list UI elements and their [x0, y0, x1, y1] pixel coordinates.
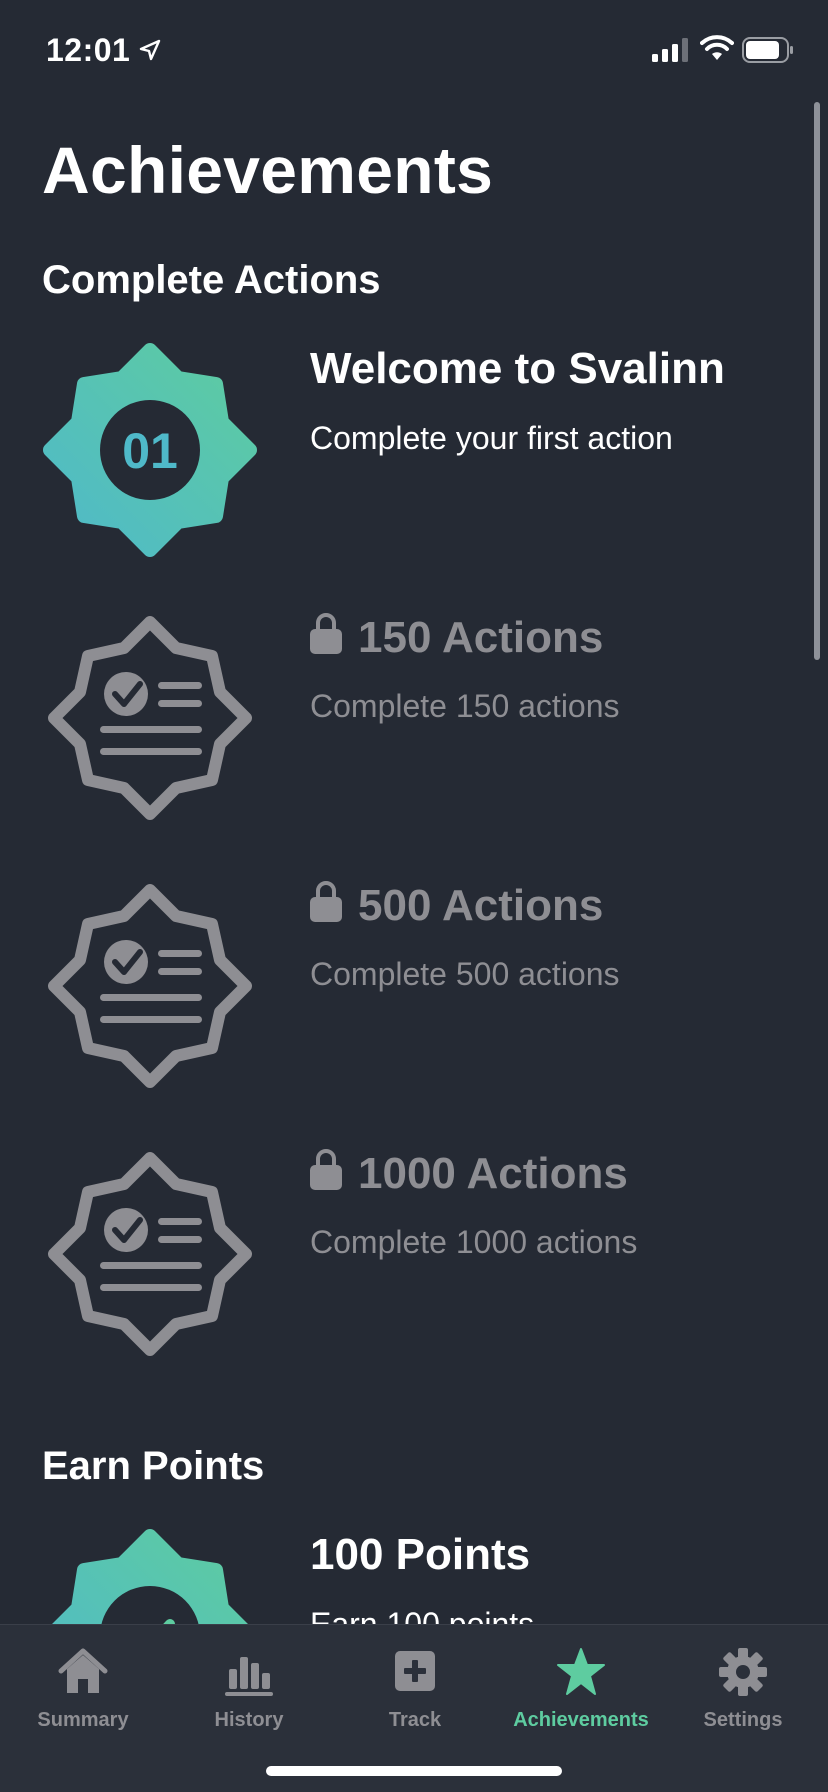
lock-icon	[310, 1148, 342, 1190]
achievement-welcome[interactable]: 01 Welcome to Svalinn Complete your firs…	[0, 342, 828, 572]
tab-achievements[interactable]: Achievements	[498, 1647, 664, 1732]
achievement-1000-actions[interactable]: 1000 Actions Complete 1000 actions	[0, 1146, 828, 1376]
lock-icon	[310, 612, 342, 654]
achievement-badge-unlocked: 01	[42, 342, 258, 558]
section-title-complete-actions: Complete Actions	[42, 258, 381, 302]
tab-label: Summary	[37, 1709, 129, 1731]
section-title-earn-points: Earn Points	[42, 1444, 265, 1488]
tab-label: Track	[388, 1709, 442, 1731]
tab-track[interactable]: Track	[332, 1647, 498, 1732]
achievement-title: 100 Points	[310, 1530, 531, 1579]
tab-label: History	[214, 1709, 284, 1731]
locked-badge-icon	[42, 610, 258, 826]
achievement-title: 1000 Actions	[358, 1149, 628, 1198]
bar-chart-icon	[225, 1657, 273, 1696]
achievement-title: Welcome to Svalinn	[310, 344, 725, 393]
achievement-500-actions[interactable]: 500 Actions Complete 500 actions	[0, 878, 828, 1108]
achievement-description: Complete your first action	[310, 420, 673, 456]
battery-icon	[742, 37, 793, 63]
achievement-description: Complete 500 actions	[310, 956, 620, 992]
tab-label: Settings	[703, 1709, 783, 1731]
achievement-description: Complete 150 actions	[310, 688, 620, 724]
location-arrow-icon	[139, 39, 161, 61]
tab-history[interactable]: History	[166, 1647, 332, 1732]
lock-icon	[310, 880, 342, 922]
tab-summary[interactable]: Summary	[0, 1647, 166, 1732]
achievement-title: 150 Actions	[358, 613, 604, 662]
badge-number: 01	[122, 423, 178, 479]
locked-badge-icon	[42, 1146, 258, 1362]
locked-badge-icon	[42, 878, 258, 1094]
cellular-signal-icon	[652, 38, 688, 62]
house-icon	[58, 1648, 108, 1693]
achievement-150-actions[interactable]: 150 Actions Complete 150 actions	[0, 610, 828, 840]
tab-settings[interactable]: Settings	[660, 1647, 826, 1732]
achievement-description: Complete 1000 actions	[310, 1224, 638, 1260]
status-bar: 12:01	[0, 0, 828, 100]
wifi-icon	[700, 35, 734, 60]
status-time: 12:01	[46, 32, 131, 68]
tab-label: Achievements	[513, 1709, 649, 1731]
star-icon	[557, 1648, 605, 1695]
page-title: Achievements	[42, 133, 494, 207]
achievement-title: 500 Actions	[358, 881, 604, 930]
gear-icon	[719, 1648, 767, 1696]
home-indicator[interactable]	[266, 1766, 562, 1776]
plus-square-icon	[395, 1651, 435, 1691]
